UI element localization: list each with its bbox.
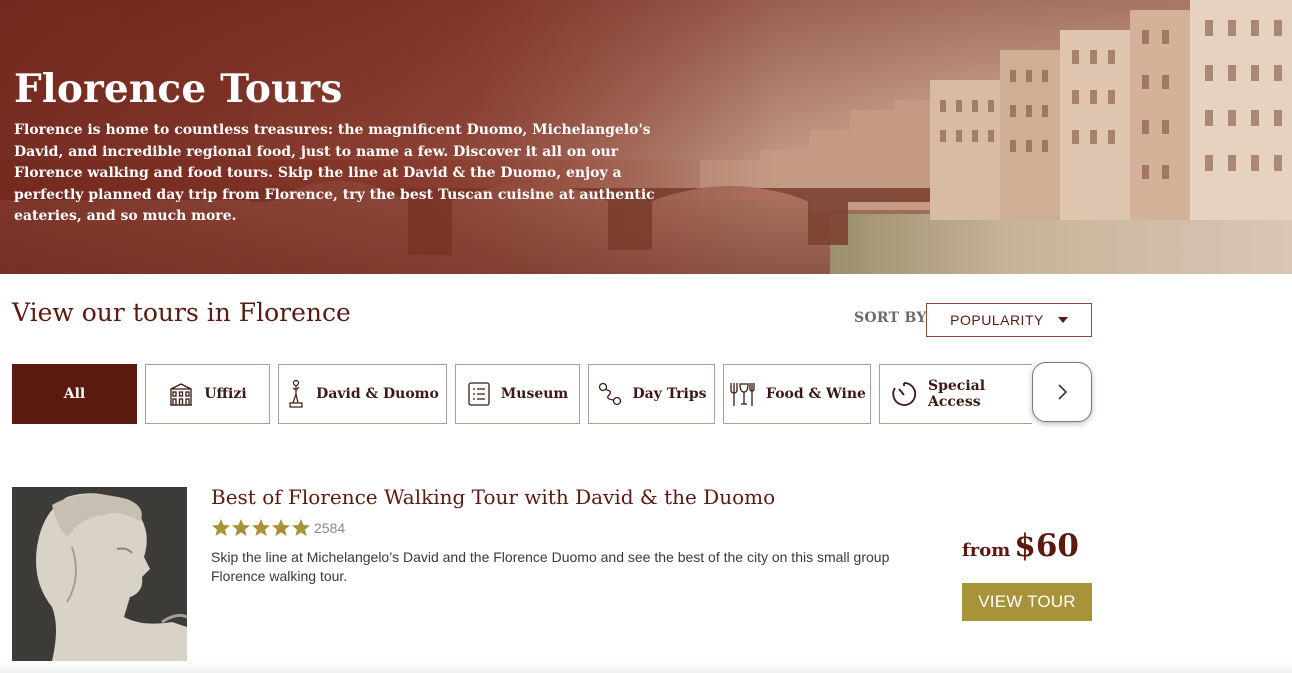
rating-stars (211, 518, 311, 538)
view-tour-button[interactable]: VIEW TOUR (962, 583, 1092, 621)
review-count: 2584 (314, 520, 346, 536)
tour-price: from $60 (962, 528, 1079, 564)
sort-dropdown[interactable]: POPULARITY (926, 303, 1092, 337)
filter-food-wine[interactable]: Food & Wine (723, 364, 871, 424)
filter-day-trips[interactable]: Day Trips (588, 364, 715, 424)
document-icon (468, 382, 490, 406)
sort-label: SORT BY: (854, 310, 931, 326)
filter-label: David & Duomo (316, 386, 439, 402)
filter-label: Day Trips (632, 386, 707, 402)
tour-description: Skip the line at Michelangelo’s David an… (211, 549, 890, 584)
filter-label: Food & Wine (766, 386, 866, 402)
filter-label: Special Access (928, 378, 986, 410)
filter-special-access[interactable]: Special Access (879, 364, 1032, 424)
statue-icon (289, 379, 303, 408)
timer-icon (892, 382, 917, 406)
bottom-divider (0, 661, 1292, 673)
filter-label: Uffizi (204, 386, 247, 402)
filter-museum[interactable]: Museum (455, 364, 580, 424)
building-icon (170, 383, 193, 406)
section-title: View our tours in Florence (12, 298, 351, 327)
filter-uffizi[interactable]: Uffizi (145, 364, 270, 424)
tour-title-link[interactable]: Best of Florence Walking Tour with David… (211, 485, 775, 509)
chevron-right-icon (1058, 384, 1068, 400)
david-statue-image (12, 487, 187, 661)
filters-next-button[interactable] (1032, 362, 1092, 422)
filter-all[interactable]: All (12, 364, 137, 424)
filter-david-duomo[interactable]: David & Duomo (278, 364, 447, 424)
hero-banner: Florence Tours Florence is home to count… (0, 0, 1292, 274)
filter-label: All (63, 386, 86, 402)
star-rating-icon (212, 519, 310, 536)
caret-down-icon (1057, 317, 1068, 323)
tour-image[interactable] (12, 487, 187, 661)
page-title: Florence Tours (14, 66, 343, 112)
price-amount: $60 (1014, 528, 1079, 564)
dining-icon (730, 383, 755, 406)
filter-label: Museum (500, 386, 569, 402)
sort-selected-value: POPULARITY (950, 312, 1044, 328)
hero-description: Florence is home to countless treasures:… (14, 122, 655, 225)
route-icon (598, 382, 621, 406)
price-prefix: from (962, 540, 1011, 561)
